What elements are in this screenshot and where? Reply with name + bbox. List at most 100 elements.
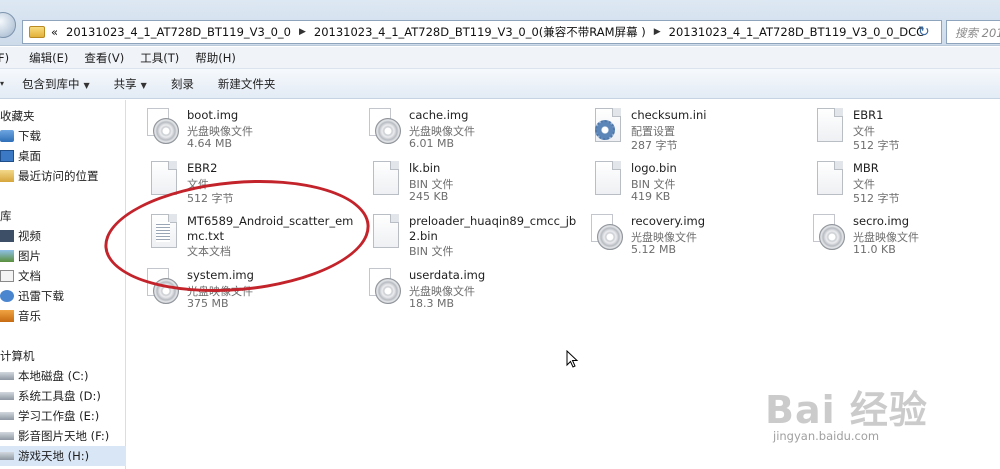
file-size: 287 字节 <box>631 139 678 152</box>
file-size: 375 MB <box>187 297 229 310</box>
file-name: cache.img <box>409 108 469 122</box>
breadcrumb-separator-icon[interactable]: ▶ <box>299 27 306 37</box>
drive-icon <box>0 392 14 400</box>
nav-computer-label: 计算机 <box>0 349 35 363</box>
nav-pictures-label: 图片 <box>18 249 41 263</box>
blank-file-icon <box>811 108 847 148</box>
breadcrumb-separator-icon[interactable]: ▶ <box>654 27 661 37</box>
blank-file-icon <box>367 214 403 254</box>
include-in-library-label: 包含到库中 <box>22 76 80 91</box>
blank-file-icon <box>367 161 403 201</box>
organize-caret-icon[interactable]: ▾ <box>0 79 4 88</box>
nav-drive-f[interactable]: 影音图片天地 (F:) <box>0 426 126 446</box>
picture-library-icon <box>0 250 14 262</box>
download-folder-icon <box>0 130 14 142</box>
nav-drive-h[interactable]: 游戏天地 (H:) <box>0 446 126 466</box>
recent-places-icon <box>0 170 14 182</box>
burn-button[interactable]: 刻录 <box>171 76 194 92</box>
menu-tools[interactable]: 工具(T) <box>140 50 179 66</box>
file-item[interactable]: secro.img 光盘映像文件 11.0 KB <box>811 210 1000 260</box>
nav-documents[interactable]: 文档 <box>0 266 126 286</box>
file-item[interactable]: preloader_huaqin89_cmcc_jb2.bin BIN 文件 <box>367 210 581 260</box>
nav-downloads[interactable]: 下载 <box>0 126 126 146</box>
file-item[interactable]: checksum.ini 配置设置 287 字节 <box>589 104 803 154</box>
nav-videos-label: 视频 <box>18 229 41 243</box>
nav-favorites[interactable]: 收藏夹 <box>0 106 126 126</box>
nav-recent-places-label: 最近访问的位置 <box>18 169 99 183</box>
search-input[interactable]: 搜索 2013... <box>946 20 1000 44</box>
nav-drive-d[interactable]: 系统工具盘 (D:) <box>0 386 126 406</box>
drive-icon <box>0 372 14 380</box>
menu-file[interactable]: F) <box>0 51 9 65</box>
music-library-icon <box>0 310 14 322</box>
nav-drive-d-label: 系统工具盘 (D:) <box>18 389 101 403</box>
file-name: boot.img <box>187 108 239 122</box>
nav-recent-places[interactable]: 最近访问的位置 <box>0 166 126 186</box>
nav-libraries[interactable]: 库 <box>0 206 126 226</box>
file-item[interactable]: recovery.img 光盘映像文件 5.12 MB <box>589 210 803 260</box>
disc-image-icon <box>367 108 403 148</box>
nav-drive-e-label: 学习工作盘 (E:) <box>18 409 100 423</box>
drive-icon <box>0 432 14 440</box>
nav-xunlei[interactable]: 迅雷下载 <box>0 286 126 306</box>
desktop-icon <box>0 150 14 162</box>
refresh-icon[interactable]: ↻ <box>918 24 930 40</box>
file-name: secro.img <box>853 214 910 228</box>
file-name: EBR2 <box>187 161 218 175</box>
file-size: 5.12 MB <box>631 243 677 256</box>
menu-edit[interactable]: 编辑(E) <box>29 50 68 66</box>
file-name: preloader_huaqin89_cmcc_jb2.bin <box>409 214 577 243</box>
xunlei-download-icon <box>0 290 14 302</box>
disc-image-icon <box>145 108 181 148</box>
baidu-jingyan-watermark: Bai 经验 jingyan.baidu.com <box>765 375 985 455</box>
file-name: checksum.ini <box>631 108 707 122</box>
breadcrumb-item-2[interactable]: 20131023_4_1_AT728D_BT119_V3_0_0(兼容不带RAM… <box>314 24 646 40</box>
file-item[interactable]: MBR 文件 512 字节 <box>811 157 1000 207</box>
include-in-library-button[interactable]: 包含到库中 ▼ <box>22 76 90 92</box>
nav-desktop[interactable]: 桌面 <box>0 146 126 166</box>
file-item[interactable]: cache.img 光盘映像文件 6.01 MB <box>367 104 581 154</box>
nav-documents-label: 文档 <box>18 269 41 283</box>
file-name: lk.bin <box>409 161 441 175</box>
forward-button[interactable] <box>0 12 16 38</box>
drive-icon <box>0 452 14 460</box>
disc-image-icon <box>811 214 847 254</box>
nav-drive-e[interactable]: 学习工作盘 (E:) <box>0 406 126 426</box>
watermark-url: jingyan.baidu.com <box>773 429 880 443</box>
disc-image-icon <box>589 214 625 254</box>
address-bar[interactable]: « 20131023_4_1_AT728D_BT119_V3_0_0 ▶ 201… <box>22 20 942 44</box>
file-item[interactable]: logo.bin BIN 文件 419 KB <box>589 157 803 207</box>
nav-downloads-label: 下载 <box>18 129 41 143</box>
breadcrumb-item-3[interactable]: 20131023_4_1_AT728D_BT119_V3_0_0_DCC <box>669 25 925 39</box>
breadcrumb-item-1[interactable]: 20131023_4_1_AT728D_BT119_V3_0_0 <box>66 25 291 39</box>
file-item[interactable]: lk.bin BIN 文件 245 KB <box>367 157 581 207</box>
file-size: 4.64 MB <box>187 137 233 150</box>
command-toolbar: ▾ 包含到库中 ▼ 共享 ▼ 刻录 新建文件夹 <box>0 69 1000 99</box>
share-label: 共享 <box>113 76 137 91</box>
menu-view[interactable]: 查看(V) <box>84 50 124 66</box>
nav-drive-c-label: 本地磁盘 (C:) <box>18 369 89 383</box>
nav-drive-h-label: 游戏天地 (H:) <box>18 449 90 463</box>
menu-help[interactable]: 帮助(H) <box>195 50 236 66</box>
nav-computer[interactable]: 计算机 <box>0 346 126 366</box>
drive-icon <box>0 412 14 420</box>
file-size: 419 KB <box>631 190 671 203</box>
file-size: 6.01 MB <box>409 137 455 150</box>
address-bar-row: « 20131023_4_1_AT728D_BT119_V3_0_0 ▶ 201… <box>0 0 1000 46</box>
share-button[interactable]: 共享 ▼ <box>114 76 147 92</box>
new-folder-button[interactable]: 新建文件夹 <box>218 76 276 92</box>
file-name: MBR <box>853 161 879 175</box>
nav-music[interactable]: 音乐 <box>0 306 126 326</box>
nav-drive-c[interactable]: 本地磁盘 (C:) <box>0 366 126 386</box>
file-size: 245 KB <box>409 190 449 203</box>
chevron-down-icon: ▼ <box>140 80 147 90</box>
nav-desktop-label: 桌面 <box>18 149 41 163</box>
file-item[interactable]: EBR1 文件 512 字节 <box>811 104 1000 154</box>
file-item[interactable]: userdata.img 光盘映像文件 18.3 MB <box>367 264 581 314</box>
nav-favorites-label: 收藏夹 <box>0 109 35 123</box>
file-item[interactable]: boot.img 光盘映像文件 4.64 MB <box>145 104 359 154</box>
nav-xunlei-label: 迅雷下载 <box>18 289 64 303</box>
menu-bar: F) 编辑(E) 查看(V) 工具(T) 帮助(H) <box>0 47 1000 69</box>
breadcrumb-overflow[interactable]: « <box>51 25 58 39</box>
file-name: userdata.img <box>409 268 486 282</box>
